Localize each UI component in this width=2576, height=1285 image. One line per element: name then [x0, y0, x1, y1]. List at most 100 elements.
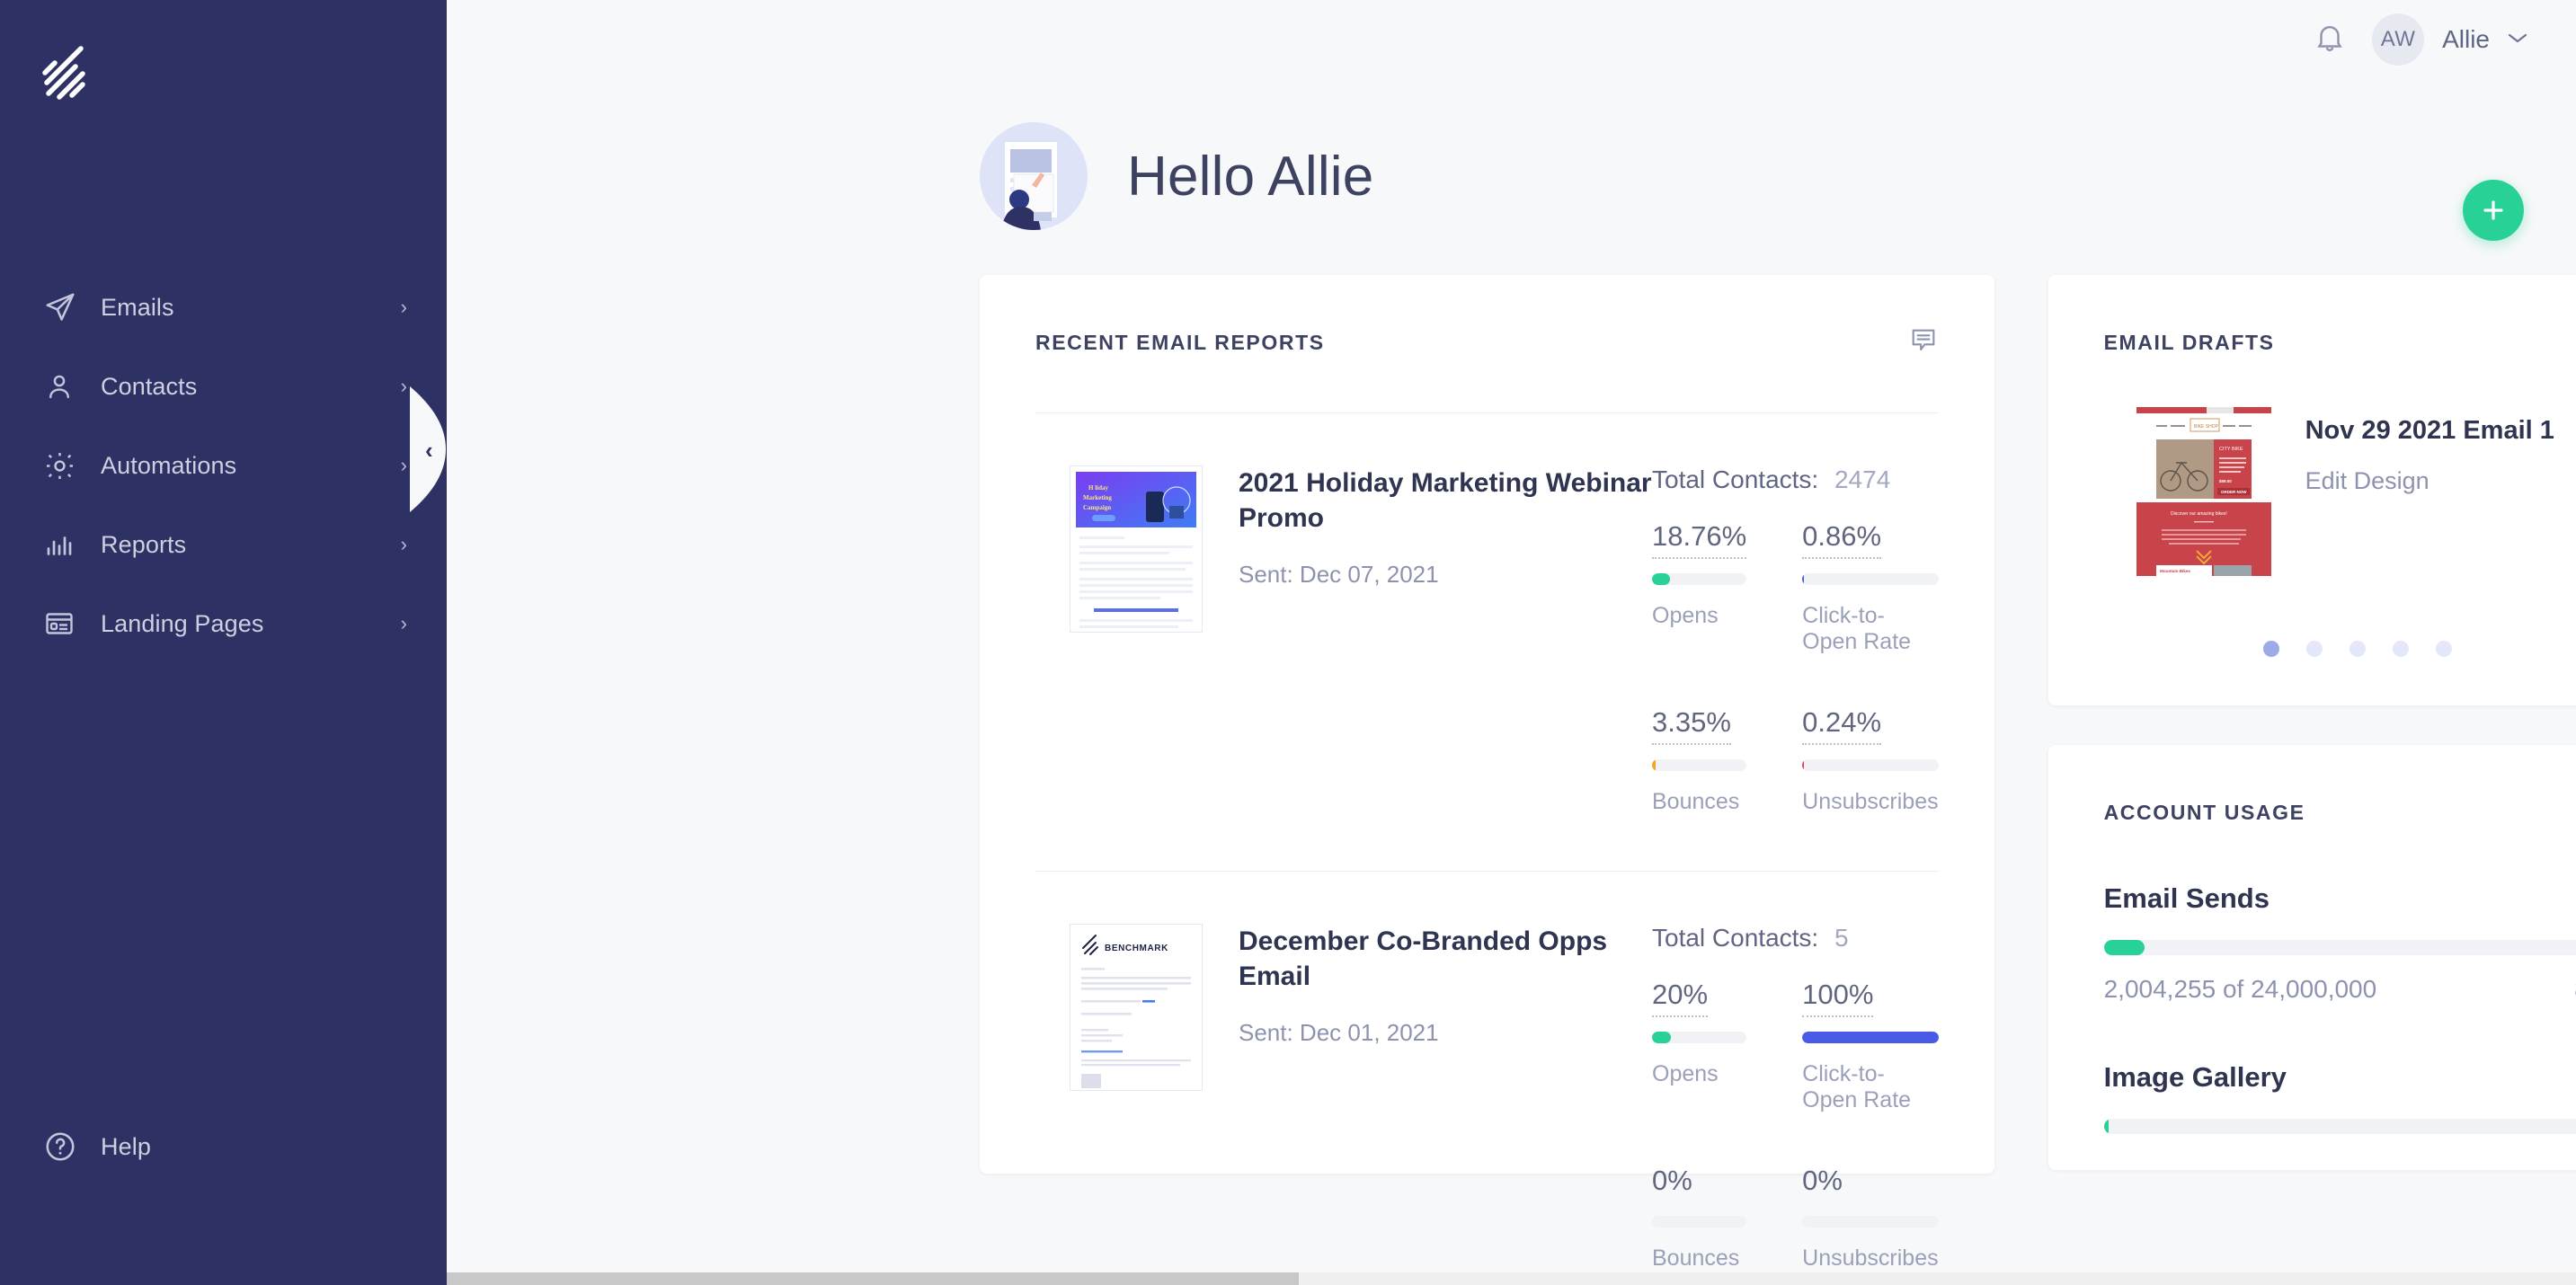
left-column: Recent Email Reports	[980, 275, 1994, 1271]
usage-card-title: Account Usage	[2103, 801, 2305, 824]
scrollbar-thumb[interactable]	[447, 1272, 1299, 1285]
user-icon	[43, 370, 84, 403]
horizontal-scrollbar[interactable]	[447, 1272, 2576, 1285]
sidebar-item-contacts[interactable]: Contacts ›	[0, 347, 447, 426]
holiday-marketing-campaign-thumbnail[interactable]: H liday Marketing Campaign	[1070, 465, 1203, 633]
create-new-button[interactable]	[2463, 180, 2524, 241]
sidebar-item-landing-pages[interactable]: Landing Pages ›	[0, 584, 447, 663]
svg-text:CITY BIKE: CITY BIKE	[2219, 447, 2243, 452]
usage-item-email-sends: Email Sends 2,004,255 of 24,000,000 8%	[2103, 882, 2576, 1004]
report-sent-date: Sent: Dec 01, 2021	[1239, 1019, 1439, 1047]
report-row[interactable]: BENCHMARK December Co-Branded Opps Email…	[1035, 872, 1939, 1281]
carousel-dot[interactable]	[2392, 641, 2409, 657]
stat-bounces: 3.35% Bounces	[1652, 707, 1747, 824]
drafts-card-title: Email Drafts	[2103, 331, 2275, 354]
stat-grid: 20% Opens 100% Click-to-Open Rate 0% Bou…	[1652, 979, 1939, 1281]
sidebar-item-label: Emails	[101, 293, 174, 321]
stat-bar	[1652, 1216, 1747, 1228]
topbar: AW Allie	[447, 0, 2576, 79]
bar-chart-icon	[43, 528, 84, 561]
reports-card-title: Recent Email Reports	[1035, 331, 1325, 354]
carousel-dot[interactable]	[2349, 641, 2366, 657]
usage-detail: 2,004,255 of 24,000,000	[2103, 975, 2377, 1003]
bike-shop-email-thumbnail[interactable]: BIKE SHOP CITY BIKE $69.00 ORDER NOW Dis…	[2136, 407, 2273, 578]
svg-text:H liday: H liday	[1088, 484, 1108, 492]
paper-plane-icon	[43, 290, 84, 324]
stat-value: 20%	[1652, 979, 1709, 1018]
stat-unsubscribes: 0.24% Unsubscribes	[1802, 707, 1939, 824]
stat-label: Unsubscribes	[1802, 1245, 1939, 1272]
stat-unsubscribes: 0% Unsubscribes	[1802, 1165, 1939, 1281]
usage-detail-line: 2,004,255 of 24,000,000 8%	[2104, 975, 2576, 1004]
stat-value: 100%	[1802, 979, 1874, 1018]
draft-item[interactable]: BIKE SHOP CITY BIKE $69.00 ORDER NOW Dis…	[2104, 407, 2576, 578]
sidebar-nav: Emails › Contacts › Automations › Report…	[0, 268, 447, 663]
stat-bar	[1652, 759, 1747, 772]
stat-grid: 18.76% Opens 0.86% Click-to-Open Rate 3.…	[1652, 520, 1939, 824]
usage-item-image-gallery: Image Gallery	[2103, 1061, 2576, 1134]
benchmark-email-thumbnail[interactable]: BENCHMARK	[1070, 924, 1203, 1092]
carousel-dots	[2104, 641, 2576, 657]
sidebar: Emails › Contacts › Automations › Report…	[0, 0, 447, 1285]
usage-item-name: Email Sends	[2103, 882, 2270, 914]
page-title: Hello Allie	[1127, 145, 1374, 208]
stat-label: Bounces	[1652, 789, 1740, 815]
total-contacts: Total Contacts: 5	[1652, 924, 1939, 953]
stat-value: 0.24%	[1802, 707, 1882, 746]
main-area: AW Allie Hello Allie RECENT EMAIL REPORT…	[447, 0, 2576, 1285]
chevron-right-icon: ›	[400, 454, 407, 476]
stat-value: 0%	[1652, 1165, 1692, 1197]
total-contacts-label: Total Contacts:	[1652, 924, 1819, 953]
total-contacts: Total Contacts: 2474	[1652, 465, 1939, 494]
dashboard-content: Recent Email Reports	[447, 275, 2576, 1271]
sidebar-collapse-toggle[interactable]: ‹	[410, 386, 448, 512]
stat-bar	[1652, 573, 1747, 586]
carousel-dot[interactable]	[2435, 641, 2452, 657]
stat-label: Click-to-Open Rate	[1802, 1061, 1912, 1113]
benchmark-logo-icon[interactable]	[40, 43, 102, 106]
window-icon	[43, 607, 84, 640]
sidebar-item-emails[interactable]: Emails ›	[0, 268, 447, 347]
stat-bar	[1802, 573, 1939, 586]
svg-text:BIKE SHOP: BIKE SHOP	[2194, 424, 2219, 430]
report-name[interactable]: 2021 Holiday Marketing Webinar Promo	[1239, 465, 1652, 536]
chevron-right-icon: ›	[400, 533, 407, 555]
report-row[interactable]: H liday Marketing Campaign 2021 Holiday …	[1035, 413, 1939, 824]
sidebar-item-help[interactable]: Help	[0, 1107, 447, 1186]
edit-design-link[interactable]: Edit Design	[2305, 467, 2554, 495]
svg-text:Marketing: Marketing	[1083, 494, 1112, 501]
usage-item-name: Image Gallery	[2103, 1061, 2287, 1093]
stat-label: Opens	[1652, 603, 1719, 629]
report-info: 2021 Holiday Marketing Webinar Promo Sen…	[1239, 465, 1652, 824]
sidebar-item-reports[interactable]: Reports ›	[0, 505, 447, 584]
stat-label: Opens	[1652, 1061, 1719, 1087]
svg-text:Campaign: Campaign	[1083, 504, 1111, 511]
sidebar-item-automations[interactable]: Automations ›	[0, 426, 447, 505]
question-circle-icon	[43, 1130, 84, 1164]
stat-click-to-open-rate: 0.86% Click-to-Open Rate	[1802, 520, 1939, 664]
report-name[interactable]: December Co-Branded Opps Email	[1239, 924, 1652, 994]
chevron-left-icon: ‹	[425, 437, 433, 464]
avatar[interactable]: AW	[2372, 13, 2425, 66]
plus-icon	[2483, 200, 2503, 220]
user-name-label[interactable]: Allie	[2442, 25, 2490, 54]
app-root: Emails › Contacts › Automations › Report…	[0, 0, 2576, 1285]
draft-name[interactable]: Nov 29 2021 Email 1	[2305, 416, 2554, 446]
stat-label: Unsubscribes	[1802, 789, 1939, 815]
speech-bubble-icon[interactable]	[1908, 325, 1939, 360]
stat-click-to-open-rate: 100% Click-to-Open Rate	[1802, 979, 1939, 1122]
stat-value: 18.76%	[1652, 520, 1747, 560]
svg-text:Mountain Bikes: Mountain Bikes	[2160, 569, 2190, 573]
stat-bar	[1652, 1032, 1747, 1044]
sidebar-item-label: Reports	[101, 530, 187, 558]
total-contacts-value: 2474	[1834, 465, 1891, 493]
account-usage-card: Account Usage Email Sends 2,004,255 of 2…	[2047, 745, 2576, 1170]
bell-icon[interactable]	[2313, 21, 2347, 59]
total-contacts-label: Total Contacts:	[1652, 465, 1819, 493]
carousel-dot[interactable]	[2305, 641, 2323, 657]
chevron-down-icon[interactable]	[2506, 31, 2529, 49]
right-column: Email Drafts	[2047, 275, 2576, 1170]
sidebar-item-label: Help	[101, 1132, 151, 1160]
carousel-dot[interactable]	[2262, 641, 2279, 657]
